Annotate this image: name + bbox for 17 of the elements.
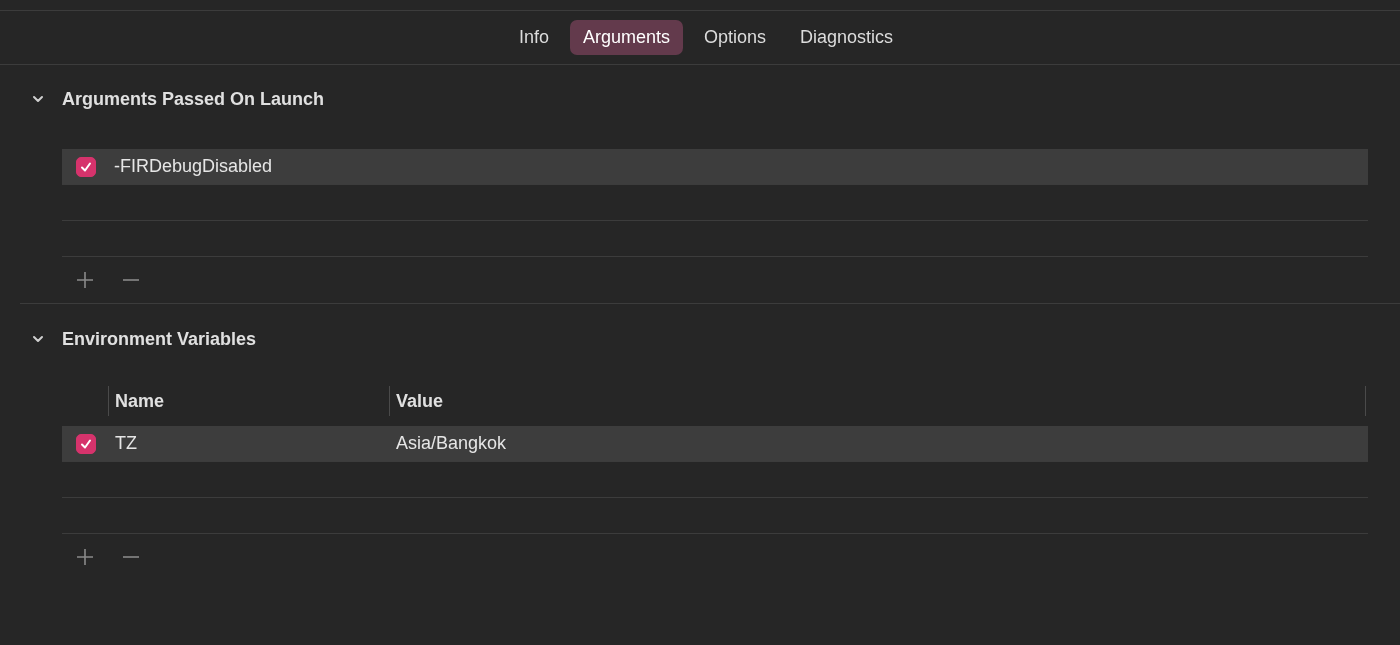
- section-title: Environment Variables: [62, 328, 257, 350]
- add-icon[interactable]: [76, 548, 94, 566]
- tab[interactable]: Arguments: [569, 20, 683, 55]
- tab[interactable]: Info: [505, 20, 562, 55]
- table-row[interactable]: -FIRDebugDisabled: [62, 149, 1368, 185]
- tab[interactable]: Diagnostics: [787, 20, 907, 55]
- column-header[interactable]: Value: [389, 386, 1366, 416]
- checkbox[interactable]: [76, 433, 96, 454]
- table-cell-text: Asia/Bangkok: [395, 433, 508, 454]
- tab[interactable]: Options: [691, 20, 780, 55]
- table-cell-text: TZ: [114, 433, 138, 454]
- column-header[interactable]: Name: [108, 386, 389, 416]
- section-title: Arguments Passed On Launch: [62, 88, 325, 110]
- checkbox[interactable]: [76, 156, 96, 177]
- table-cell-text: -FIRDebugDisabled: [113, 156, 273, 177]
- add-icon[interactable]: [76, 271, 94, 289]
- table-row[interactable]: TZ Asia/Bangkok: [62, 426, 1368, 462]
